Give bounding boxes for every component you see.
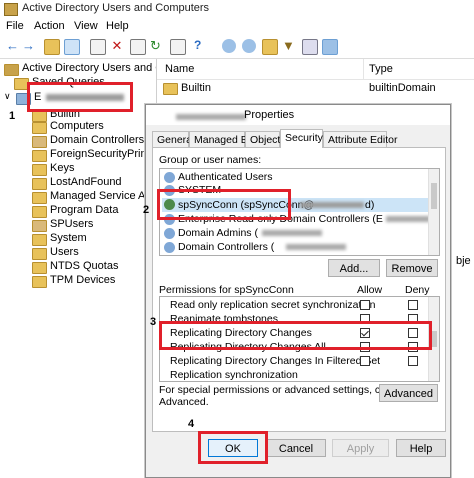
partial-text: bje [456, 255, 471, 267]
highlight-box-ok [198, 431, 268, 464]
chevron-down-icon[interactable]: ∨ [4, 91, 11, 102]
redacted-text [286, 244, 346, 250]
window-titlebar: Active Directory Users and Computers [0, 0, 474, 19]
group-or-user-names-label: Group or user names: [159, 154, 262, 166]
help-icon[interactable]: ? [194, 39, 208, 53]
dialog-titlebar: Properties [146, 105, 450, 125]
properties-icon[interactable] [130, 39, 146, 55]
new-user-icon[interactable] [222, 39, 236, 53]
highlight-box-permission [159, 321, 432, 350]
group-icon [164, 228, 175, 239]
new-group-icon[interactable] [242, 39, 256, 53]
column-divider[interactable] [363, 59, 364, 79]
tree-view-icon[interactable] [64, 39, 80, 55]
tab-security[interactable]: Security [280, 129, 323, 148]
find-icon[interactable] [302, 39, 318, 55]
tab-object[interactable]: Object [245, 131, 280, 147]
ou-icon [32, 220, 47, 232]
folder-icon [32, 262, 47, 274]
group-icon [164, 172, 175, 183]
users-scrollbar[interactable] [428, 169, 439, 255]
group-icon [164, 242, 175, 253]
deny-checkbox[interactable] [408, 300, 418, 310]
redacted-object-name [176, 114, 246, 120]
special-permissions-text-2: Advanced. [159, 396, 209, 408]
tab-managed-by[interactable]: Managed By [189, 131, 253, 147]
folder-icon [163, 83, 178, 95]
special-permissions-text: For special permissions or advanced sett… [159, 384, 396, 396]
deny-column-label: Deny [405, 284, 430, 296]
folder-icon [32, 234, 47, 246]
column-header-type[interactable]: Type [369, 63, 393, 75]
remove-button[interactable]: Remove [386, 259, 438, 277]
refresh-icon[interactable]: ↻ [150, 39, 164, 53]
menu-bar: File Action View Help [0, 18, 474, 36]
new-ou-icon[interactable] [262, 39, 278, 55]
app-icon [4, 3, 18, 16]
step-number-1: 1 [9, 110, 16, 122]
folder-icon [32, 192, 47, 204]
folder-icon [32, 178, 47, 190]
ou-icon [32, 136, 47, 148]
help-button[interactable]: Help [396, 439, 446, 457]
tab-attribute-editor[interactable]: Attribute Editor [323, 131, 397, 147]
console-tree: Active Directory Users and Com Saved Que… [0, 59, 157, 476]
cancel-button[interactable]: Cancel [266, 439, 326, 457]
allow-column-label: Allow [357, 284, 383, 296]
export-list-icon[interactable] [170, 39, 186, 55]
apply-button: Apply [332, 439, 389, 457]
permission-row[interactable]: Read only replication secret synchroniza… [160, 299, 428, 312]
list-item[interactable]: Authenticated Users [162, 171, 422, 184]
folder-icon [32, 276, 47, 288]
folder-up-icon[interactable] [44, 39, 60, 55]
window-title: Active Directory Users and Computers [22, 2, 210, 14]
step-number-3: 3 [150, 316, 157, 328]
menu-file[interactable]: File [6, 20, 24, 32]
list-row[interactable]: Builtin builtinDomain [157, 81, 474, 96]
highlight-box-domain [27, 82, 133, 112]
allow-checkbox[interactable] [360, 300, 370, 310]
back-arrow-icon[interactable]: ← [6, 39, 20, 53]
column-header-name[interactable]: Name [165, 63, 194, 75]
forward-arrow-icon[interactable]: → [22, 39, 36, 53]
redacted-text [262, 230, 322, 236]
folder-icon [32, 206, 47, 218]
highlight-box-user [157, 189, 291, 220]
advanced-button[interactable]: Advanced [379, 384, 438, 402]
redacted-text [386, 216, 430, 222]
step-number-2: 2 [143, 204, 150, 216]
permission-row[interactable]: Replication synchronization [160, 369, 428, 381]
list-item[interactable]: Domain Admins ( [162, 227, 428, 240]
list-header: Name Type [157, 59, 474, 80]
folder-icon [32, 150, 47, 162]
menu-help[interactable]: Help [106, 20, 129, 32]
copy-icon[interactable] [90, 39, 106, 55]
dialog-title: Properties [244, 109, 295, 121]
folder-icon [32, 122, 47, 134]
step-number-4: 4 [188, 418, 195, 430]
delete-icon[interactable]: ✕ [110, 39, 124, 53]
menu-action[interactable]: Action [34, 20, 65, 32]
deny-checkbox[interactable] [408, 356, 418, 366]
toolbar: ← → ✕ ↻ ? ▼ [0, 36, 474, 59]
permission-row[interactable]: Replicating Directory Changes In Filtere… [160, 355, 428, 368]
scroll-thumb[interactable] [431, 183, 437, 209]
menu-view[interactable]: View [74, 20, 98, 32]
permissions-for-label: Permissions for spSyncConn [159, 284, 294, 296]
add-to-group-icon[interactable] [322, 39, 338, 55]
snapin-icon [4, 64, 19, 76]
filter-icon[interactable]: ▼ [282, 39, 296, 53]
redacted-upn [300, 202, 364, 208]
list-item[interactable]: Domain Controllers ( [162, 241, 428, 254]
add-button[interactable]: Add... [328, 259, 380, 277]
folder-icon [32, 164, 47, 176]
folder-icon [32, 248, 47, 260]
tab-general[interactable]: General [152, 131, 194, 147]
allow-checkbox[interactable] [360, 356, 370, 366]
